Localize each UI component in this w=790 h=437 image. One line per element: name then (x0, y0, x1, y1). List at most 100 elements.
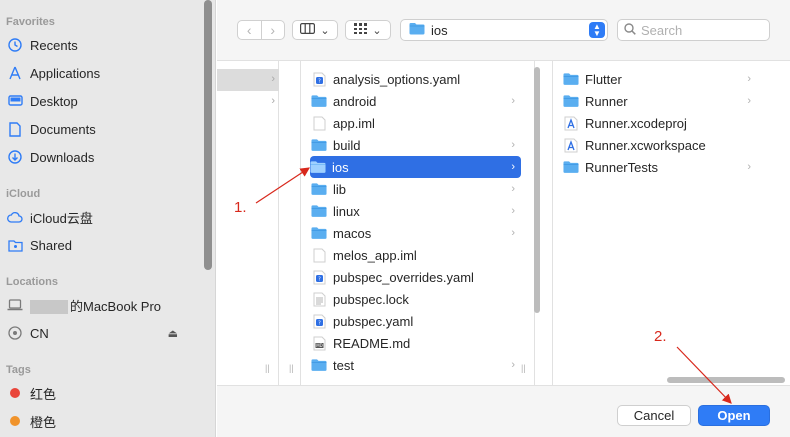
svg-text:?: ? (318, 276, 321, 282)
sidebar-item-label: Recents (30, 37, 78, 53)
parent-row[interactable]: › (217, 91, 279, 113)
column-project-scrollbar[interactable] (534, 67, 540, 313)
folder-icon (311, 93, 327, 109)
folder-row-linux[interactable]: linux › (311, 200, 521, 222)
file-name: Flutter (585, 71, 622, 87)
grid-icon (354, 23, 368, 37)
sidebar-scrollbar[interactable] (204, 0, 212, 270)
sidebar-scrollbar-thumb[interactable] (204, 0, 212, 270)
document-icon (6, 120, 24, 138)
applications-icon (6, 64, 24, 82)
eject-icon[interactable]: ⏏ (168, 327, 178, 340)
sidebar-item-tag-orange[interactable]: 橙色 (6, 410, 202, 432)
svg-text:MD: MD (316, 343, 323, 348)
file-row-pubspec-overrides-yaml[interactable]: ? pubspec_overrides.yaml (311, 266, 521, 288)
file-name: melos_app.iml (333, 247, 417, 263)
svg-text:?: ? (318, 78, 321, 84)
sidebar-item-documents[interactable]: Documents (6, 118, 202, 140)
view-mode-button[interactable]: ⌄ (292, 20, 338, 40)
chevron-right-icon: › (511, 359, 515, 371)
column-view-icon (300, 23, 316, 37)
sidebar-item-tag-red[interactable]: 红色 (6, 382, 202, 404)
toolbar: ‹ › ⌄ ⌄ ios ▲ ▼ (217, 0, 790, 60)
sidebar-item-label: 红色 (30, 386, 57, 402)
folder-row-runner[interactable]: Runner › (563, 90, 757, 112)
sidebar-item-label: 橙色 (30, 414, 57, 430)
folder-row-test[interactable]: test › (311, 354, 521, 376)
red-tag-dot-icon (10, 388, 20, 398)
horizontal-scrollbar[interactable] (667, 377, 785, 383)
path-popup[interactable]: ios ▲ ▼ (400, 19, 608, 41)
sidebar-item-downloads[interactable]: Downloads (6, 146, 202, 168)
chevron-down-icon: ⌄ (372, 24, 382, 37)
folder-icon (409, 22, 425, 38)
folder-row-macos[interactable]: macos › (311, 222, 521, 244)
sidebar-item-icloud-drive[interactable]: iCloud云盘 (6, 206, 202, 228)
column-resize-handle[interactable]: || (289, 363, 294, 373)
file-row-melos-app-iml[interactable]: melos_app.iml (311, 244, 521, 266)
search-field[interactable] (617, 19, 770, 41)
file-row-runner-xcworkspace[interactable]: Runner.xcworkspace (563, 134, 757, 156)
folder-row-android[interactable]: android › (311, 90, 521, 112)
sidebar-item-desktop[interactable]: Desktop (6, 90, 202, 112)
sidebar-item-label: Documents (30, 121, 96, 137)
cloud-icon (6, 208, 24, 226)
file-file-icon (311, 247, 327, 263)
file-row-pubspec-yaml[interactable]: ? pubspec.yaml (311, 310, 521, 332)
chevron-right-icon: › (511, 95, 515, 107)
favorites-section-title: Favorites (6, 16, 55, 28)
search-input[interactable] (641, 22, 761, 38)
back-button[interactable]: ‹ (238, 21, 262, 39)
folder-icon (310, 159, 326, 175)
column-ios: Flutter › Runner › Runner.xcodeproj Runner.xc… (552, 61, 790, 385)
column-resize-handle[interactable]: || (521, 363, 526, 373)
file-row-pubspec-lock[interactable]: pubspec.lock (311, 288, 521, 310)
folder-row-runnertests[interactable]: RunnerTests › (563, 156, 757, 178)
column-browser: › › || || || ? analysis_options.yaml andro… (217, 60, 790, 386)
file-name: pubspec.lock (333, 291, 409, 307)
path-popup-label: ios (431, 22, 448, 38)
chevron-right-icon: › (271, 73, 275, 85)
column-resize-handle[interactable]: || (265, 363, 270, 373)
sidebar-item-label-text: 的MacBook Pro (70, 298, 162, 314)
sidebar-item-macbook[interactable]: 的MacBook Pro (6, 294, 202, 316)
file-row-readme-md[interactable]: MD README.md (311, 332, 521, 354)
sidebar-item-shared[interactable]: Shared (6, 234, 202, 256)
file-row-analysis-options-yaml[interactable]: ? analysis_options.yaml (311, 68, 521, 90)
shared-folder-icon (6, 236, 24, 254)
sidebar-item-label: iCloud云盘 (30, 210, 93, 226)
yaml-file-icon: ? (311, 313, 327, 329)
sidebar-item-recents[interactable]: Recents (6, 34, 202, 56)
chevron-right-icon: › (511, 183, 515, 195)
open-button[interactable]: Open (698, 405, 770, 426)
file-row-app-iml[interactable]: app.iml (311, 112, 521, 134)
chevron-right-icon: › (747, 161, 751, 173)
file-name: README.md (333, 335, 411, 351)
group-by-button[interactable]: ⌄ (345, 20, 391, 40)
chevron-right-icon: › (511, 161, 515, 173)
yaml-file-icon: ? (311, 71, 327, 87)
file-dialog-main: ‹ › ⌄ ⌄ ios ▲ ▼ Search › › || || || ? an… (217, 0, 790, 437)
file-row-runner-xcodeproj[interactable]: Runner.xcodeproj (563, 112, 757, 134)
sidebar-item-label: Desktop (30, 93, 78, 109)
sidebar-item-label: CN (30, 325, 49, 341)
clock-icon (6, 36, 24, 54)
folder-row-flutter[interactable]: Flutter › (563, 68, 757, 90)
svg-text:?: ? (318, 320, 321, 326)
folder-row-lib[interactable]: lib › (311, 178, 521, 200)
folder-icon (563, 159, 579, 175)
folder-icon (563, 71, 579, 87)
file-name: Runner (585, 93, 628, 109)
chevron-right-icon: › (271, 95, 275, 107)
forward-button[interactable]: › (262, 21, 285, 39)
chevron-right-icon: › (747, 73, 751, 85)
cancel-button[interactable]: Cancel (617, 405, 691, 426)
parent-selected-row[interactable]: › (217, 69, 279, 91)
folder-row-build[interactable]: build › (311, 134, 521, 156)
sidebar-item-applications[interactable]: Applications (6, 62, 202, 84)
step-2-annotation: 2. (654, 328, 667, 345)
icloud-section-title: iCloud (6, 188, 41, 200)
sidebar-item-label: Downloads (30, 149, 95, 165)
folder-row-ios[interactable]: ios › (310, 156, 521, 178)
sidebar-item-cn[interactable]: CN ⏏ (6, 322, 202, 344)
